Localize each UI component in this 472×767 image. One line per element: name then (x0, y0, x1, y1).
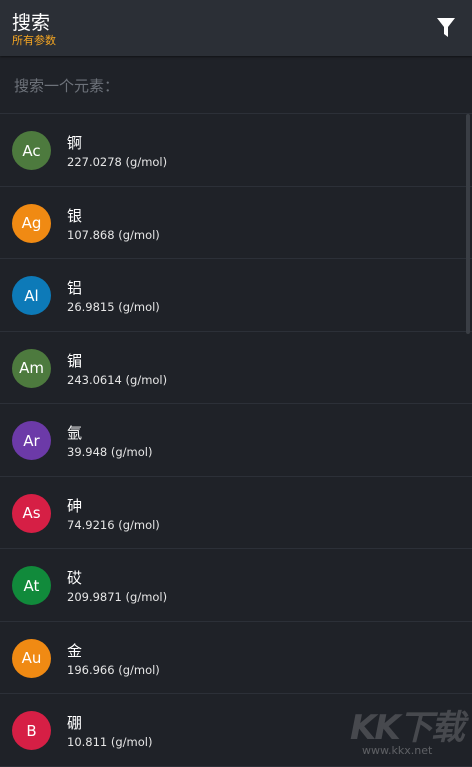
element-symbol-badge: Ac (12, 131, 51, 170)
page-subtitle: 所有参数 (12, 34, 56, 47)
element-atomic-mass: 209.9871 (g/mol) (67, 590, 168, 604)
page-title: 搜索 (12, 12, 51, 34)
scrollbar[interactable] (466, 114, 470, 334)
element-symbol-badge: At (12, 566, 51, 605)
element-atomic-mass: 107.868 (g/mol) (67, 227, 160, 242)
element-symbol-badge: B (12, 711, 51, 750)
element-atomic-mass: 10.811 (g/mol) (67, 735, 153, 749)
search-bar (0, 56, 472, 114)
element-name: 铝 (67, 279, 83, 297)
element-name: 镅 (67, 351, 83, 370)
element-row[interactable]: Am 镅 243.0614 (g/mol) (0, 332, 472, 404)
element-atomic-mass: 227.0278 (g/mol) (67, 155, 168, 169)
element-name: 硼 (67, 714, 83, 732)
element-name: 砹 (67, 569, 83, 587)
element-row[interactable]: Ar 氩 39.948 (g/mol) (0, 404, 472, 477)
element-row[interactable]: Ag 银 107.868 (g/mol) (0, 187, 472, 259)
filter-icon (437, 18, 455, 37)
element-row[interactable]: B 硼 10.811 (g/mol) (0, 694, 472, 767)
element-list: Ac 锕 227.0278 (g/mol) Ag 银 107.868 (g/mol) Al 铝… (0, 114, 472, 767)
element-row[interactable]: Au 金 196.966 (g/mol) (0, 622, 472, 694)
element-atomic-mass: 26.9815 (g/mol) (67, 300, 160, 314)
element-atomic-mass: 196.966 (g/mol) (67, 662, 160, 677)
element-symbol-badge: Au (12, 638, 51, 678)
element-symbol-badge: Al (12, 276, 51, 315)
element-atomic-mass: 39.948 (g/mol) (67, 445, 153, 459)
element-name: 金 (67, 641, 83, 660)
element-name: 锕 (67, 134, 83, 152)
element-symbol-badge: Am (12, 348, 51, 388)
element-row[interactable]: As 砷 74.9216 (g/mol) (0, 477, 472, 549)
element-name: 砷 (67, 496, 83, 515)
element-row[interactable]: Al 铝 26.9815 (g/mol) (0, 259, 472, 332)
element-symbol-badge: As (12, 493, 51, 533)
element-name: 银 (67, 206, 83, 225)
element-row[interactable]: At 砹 209.9871 (g/mol) (0, 549, 472, 622)
element-name: 氩 (67, 424, 83, 442)
element-atomic-mass: 74.9216 (g/mol) (67, 517, 160, 532)
element-symbol-badge: Ar (12, 421, 51, 460)
app-bar: 搜索 所有参数 (0, 0, 472, 56)
element-atomic-mass: 243.0614 (g/mol) (67, 372, 168, 387)
filter-button[interactable] (430, 12, 462, 44)
element-row[interactable]: Ac 锕 227.0278 (g/mol) (0, 114, 472, 187)
element-symbol-badge: Ag (12, 203, 51, 243)
search-input[interactable] (12, 70, 456, 102)
